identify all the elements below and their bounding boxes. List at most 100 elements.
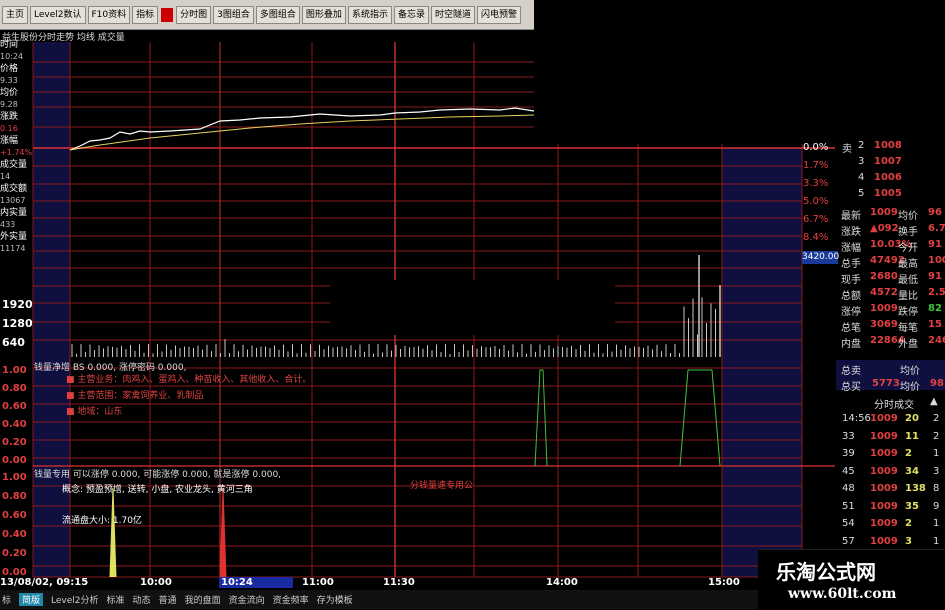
panel2-axis-label: 0.20 — [2, 548, 27, 559]
percent-axis-label: 8.4% — [803, 232, 829, 243]
obscured-block — [330, 280, 615, 335]
ticks-tab: 分时成交 — [874, 400, 914, 411]
bottom-tab[interactable]: 普通 — [159, 593, 177, 606]
watermark: 乐淘公式网 www.60lt.com — [758, 549, 945, 610]
left-info-label: 成交额 — [0, 184, 28, 194]
spike-red — [219, 487, 227, 578]
tick-count: 8 — [933, 483, 940, 494]
left-info-label: 内实量 — [0, 208, 28, 218]
watermark-url: www.60lt.com — [788, 586, 897, 602]
orderbook-side: 卖 — [842, 144, 852, 155]
left-info-label: 价格 — [0, 64, 19, 74]
percent-axis-label: 1.7% — [803, 160, 829, 171]
left-info-label: 时间 — [0, 40, 19, 50]
stat-label-2: 均价 — [898, 211, 918, 222]
time-axis-label: 11:30 — [383, 577, 415, 588]
stat-label: 总笔 — [841, 323, 861, 334]
index-price-box: 3420.00 — [802, 251, 840, 264]
stat-label: 内盘 — [841, 339, 861, 350]
bottom-tab[interactable]: 标 — [2, 593, 11, 606]
time-axis-label: 15:00 — [708, 577, 740, 588]
spike-yellow — [109, 487, 117, 578]
orderbook-avg-value: 98 — [930, 378, 944, 389]
tick-count: 3 — [933, 465, 940, 477]
orderbook-avg-label: 均价 — [900, 382, 920, 393]
panel2-axis-label: 0.40 — [2, 529, 27, 540]
tick-price: 1009 — [870, 413, 898, 424]
tick-time: 57 — [842, 535, 855, 547]
orderbook-level: 3 — [858, 156, 865, 167]
time-axis-label: 13/08/02, 09:15 — [0, 577, 89, 588]
stat-label-2: 换手 — [898, 227, 918, 238]
bottom-tab[interactable]: 资金流向 — [229, 593, 265, 606]
tick-count: 2 — [933, 413, 940, 424]
average-line — [69, 114, 535, 151]
stat-value-2: 91 — [928, 239, 942, 250]
percent-axis-label: 3.3% — [803, 178, 829, 189]
orderbook-total-value: 5773 — [872, 378, 900, 389]
percent-axis-label: 0.0% — [803, 142, 829, 153]
stat-label: 现手 — [841, 275, 861, 286]
stat-value: 4572 — [870, 287, 898, 298]
stat-label: 最新 — [841, 211, 861, 222]
panel2-axis-label: 1.00 — [2, 472, 27, 483]
tick-volume: 3 — [905, 535, 912, 547]
stat-value-2: 6.77 — [928, 223, 945, 234]
tick-time: 54 — [842, 518, 855, 529]
stat-value: 3069 — [870, 319, 898, 330]
tick-price: 1009 — [870, 500, 898, 512]
scroll-up-icon[interactable]: ▲ — [930, 396, 938, 407]
stat-value-2: 96 — [928, 207, 942, 218]
tick-price: 1009 — [870, 465, 898, 477]
panel2-concept: 概念: 预盈预增, 送转, 小盘, 农业龙头, 黄河三角 — [62, 485, 253, 495]
stat-value: 2680 — [870, 271, 898, 282]
percent-axis-label: 6.7% — [803, 214, 829, 225]
bottom-tab[interactable]: 我的盘面 — [185, 593, 221, 606]
left-info-value: 9.33 — [0, 76, 18, 85]
stat-label-2: 每笔 — [898, 323, 918, 334]
stat-value-2: 82 — [928, 303, 942, 314]
stat-label-2: 最低 — [898, 275, 918, 286]
left-info-value: 11174 — [0, 244, 26, 253]
panel1-axis-label: 0.20 — [2, 437, 27, 448]
bottom-tab[interactable]: 标准 — [107, 593, 125, 606]
left-info-value: 14 — [0, 172, 11, 181]
tick-volume: 34 — [905, 465, 919, 477]
time-axis-label: 10:24 — [219, 577, 293, 588]
bottom-tab[interactable]: 资金频率 — [273, 593, 309, 606]
watermark-title: 乐淘公式网 — [776, 560, 876, 584]
panel1-axis-label: 0.00 — [2, 455, 27, 466]
panel1-note-1: ■ 主营业务：肉鸡入、蛋鸡入、种苗收入、其他收入、合计。 — [66, 375, 312, 385]
left-info-label: 成交量 — [0, 160, 28, 170]
stat-label: 涨跌 — [841, 227, 861, 238]
panel1-axis-label: 0.40 — [2, 419, 27, 430]
tick-price: 1009 — [870, 483, 898, 494]
tick-volume: 2 — [905, 448, 912, 459]
close-shade — [722, 148, 802, 577]
panel2-axis-label: 0.80 — [2, 491, 27, 502]
volume-axis-label: 640 — [2, 336, 25, 349]
bottom-tab[interactable]: 动态 — [133, 593, 151, 606]
orderbook-total-label: 总卖 — [841, 366, 861, 377]
stat-value-2: 91 — [928, 271, 942, 282]
panel1-axis-label: 1.00 — [2, 365, 27, 376]
orderbook-price: 1008 — [874, 140, 902, 151]
tick-time: 14:56 — [842, 413, 871, 424]
left-info-value: 433 — [0, 220, 16, 229]
bottom-tab[interactable]: 存为模板 — [317, 593, 353, 606]
left-info-label: 涨幅 — [0, 136, 19, 146]
tick-volume: 2 — [905, 518, 912, 529]
left-info-value: 10:24 — [0, 52, 24, 61]
left-info-label: 涨跌 — [0, 112, 19, 122]
left-info-value: 13067 — [0, 196, 26, 205]
bottom-tab[interactable]: 简版 — [19, 593, 44, 606]
orderbook-price: 1005 — [874, 188, 902, 199]
stat-value-2: 2.5 — [928, 287, 945, 298]
orderbook-price: 1007 — [874, 156, 902, 167]
bottom-tab[interactable]: Level2分析 — [51, 593, 98, 606]
tick-time: 45 — [842, 465, 855, 477]
volume-axis-label: 1280 — [2, 317, 33, 330]
orderbook-level: 5 — [858, 188, 865, 199]
stat-label: 总额 — [841, 291, 861, 302]
stat-value-2: 15 — [928, 319, 942, 330]
